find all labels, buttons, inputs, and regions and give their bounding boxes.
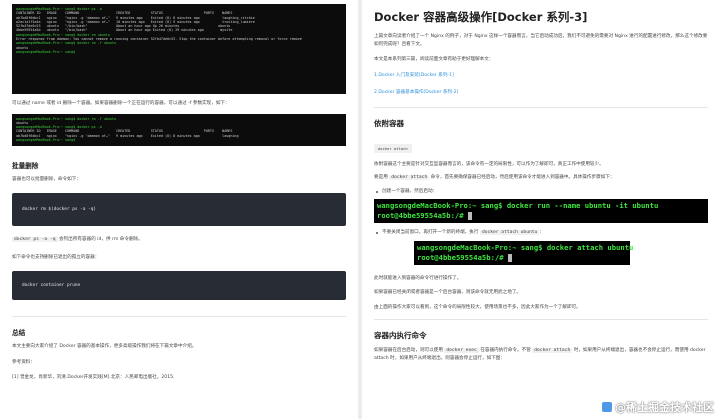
paragraph: 上篇文章向读者介绍了一个 Nginx 的例子，对于 Nginx 这样一个容器而言… xyxy=(374,34,708,47)
terminal-line: wangsongdeMacBook-Pro:~ sang$ docker run… xyxy=(377,201,659,210)
bullet-item: 不要关闭当前窗口，再打开一个新的终端，执行 docker attach ubun… xyxy=(376,229,708,237)
paragraph-text: 在容器内执行命令。不管 xyxy=(478,348,533,353)
terminal-screenshot-2: wangsongdeMacBook-Pro:~ sang$ docker rm … xyxy=(12,113,346,146)
paragraph: 本文是本系列第三篇，阅读前面文章有助于更好理解本文： xyxy=(374,57,494,62)
code-block: docker rm $(docker ps -a -q) xyxy=(12,193,346,226)
inline-code: docker attach xyxy=(389,175,430,180)
terminal-cursor xyxy=(467,212,472,220)
divider xyxy=(374,106,708,108)
paragraph: 如果容器已经关闭或者容器是一个后台容器，则该命令就无用武之地了。 xyxy=(374,290,522,295)
watermark-text: @稀土掘金技术社区 xyxy=(615,401,714,414)
juejin-logo-icon xyxy=(602,402,612,412)
terminal-line: root@4bbe59554a5b:/# xyxy=(377,211,705,221)
inline-code: docker attach ubuntu xyxy=(479,230,540,235)
terminal-line: wangsongdeMacBook-Pro:~ sang$ xyxy=(16,49,76,54)
heading-summary: 总结 xyxy=(12,329,26,337)
paragraph-text: 如果容器在后台启动，则可以使用 xyxy=(374,348,445,353)
paragraph: 依附容器这个主要是针对交互型容器而言的，该命令有一定的局限性，可以作为了解即可，… xyxy=(374,161,604,167)
terminal-screenshot-attach: wangsongdeMacBook-Pro:~ sang$ docker att… xyxy=(414,240,634,265)
divider xyxy=(374,319,708,320)
series-link-2[interactable]: 2.Docker 容器基本操作[Docker 系列-2] xyxy=(374,89,708,97)
heading-batch-delete: 批量删除 xyxy=(12,161,39,170)
terminal-screenshot-run: wangsongdeMacBook-Pro:~ sang$ docker run… xyxy=(374,199,708,223)
paragraph-text: 会列出所有容器的 id，供 rm 命令删除。 xyxy=(57,237,143,242)
bullet-text: ： xyxy=(539,230,544,235)
bullet-text: 不要关闭当前窗口，再打开一个新的终端，执行 xyxy=(382,230,480,235)
paragraph: 由上面的操作大家可以看到，这个命令的局限性较大，使用场景也不多，因此大家作为一个… xyxy=(374,304,581,310)
paragraph: 如下命令也支持删除已退出的孤立的容器： xyxy=(12,254,100,260)
paragraph-text: 要是用 xyxy=(374,175,390,180)
divider xyxy=(12,316,346,317)
right-article-panel: Docker 容器高级操作[Docker 系列-3] 上篇文章向读者介绍了一个 … xyxy=(362,0,720,419)
terminal-line: root@4bbe59554a5b:/# xyxy=(417,253,627,263)
paragraph: 要是用 docker attach 命令，首先要确保容器已经启动，然后使用该命令… xyxy=(374,174,708,182)
terminal-screenshot-1: wangsongdeMacBook-Pro:~ sang$ docker ps … xyxy=(12,4,346,94)
inline-code: docker exec xyxy=(444,348,479,353)
inline-code: docker attach xyxy=(532,348,573,353)
screenshot-root: wangsongdeMacBook-Pro:~ sang$ docker ps … xyxy=(0,0,720,419)
bullet-item: 创建一个容器，然后启动： xyxy=(376,188,708,196)
code-block: docker container prune xyxy=(12,271,346,300)
watermark: @稀土掘金技术社区 xyxy=(602,399,714,415)
terminal-line: wangsongdeMacBook-Pro:~ sang$ xyxy=(16,137,76,142)
paragraph-text: 命令，首先要确保容器已经启动，然后使用该命令才能进入到容器中。具体操作步骤如下： xyxy=(429,175,615,180)
terminal-cursor xyxy=(507,253,512,262)
paragraph: 可以通过 name 或者 id 删除一个容器。如果容器删除一个正在运行的容器，可… xyxy=(12,101,230,106)
terminal-line: wangsongdeMacBook-Pro:~ sang$ docker att… xyxy=(417,242,634,252)
heading-attach: 依附容器 xyxy=(374,118,404,128)
paragraph: 参考资料： xyxy=(12,359,35,365)
article-title: Docker 容器高级操作[Docker 系列-3] xyxy=(374,10,588,24)
paragraph: 容器也可以批量删除，命令如下： xyxy=(12,176,81,182)
inline-code: docker ps -a -q xyxy=(12,237,58,242)
left-article-panel: wangsongdeMacBook-Pro:~ sang$ docker ps … xyxy=(0,0,358,419)
paragraph: 本文主要向大家介绍了 Docker 容器的基本操作，更多高级操作我们将在下篇文章… xyxy=(12,344,197,349)
paragraph: 此时就能进入到容器的命令行进行操作了。 xyxy=(374,275,462,281)
paragraph: [1] 曾金龙，肖新华，刘清.Docker开发实践[M].北京：人民邮电出版社，… xyxy=(12,375,175,380)
heading-exec: 容器内执行命令 xyxy=(374,331,427,340)
series-link-1[interactable]: 1.Docker 入门及安装[Docker 系列-1] xyxy=(374,72,708,80)
paragraph: 如果容器在后台启动，则可以使用 docker exec 在容器内执行命令。不管 … xyxy=(374,347,708,362)
code-badge-attach: docker attach xyxy=(374,143,412,153)
paragraph: docker ps -a -q 会列出所有容器的 id，供 rm 命令删除。 xyxy=(12,236,346,244)
